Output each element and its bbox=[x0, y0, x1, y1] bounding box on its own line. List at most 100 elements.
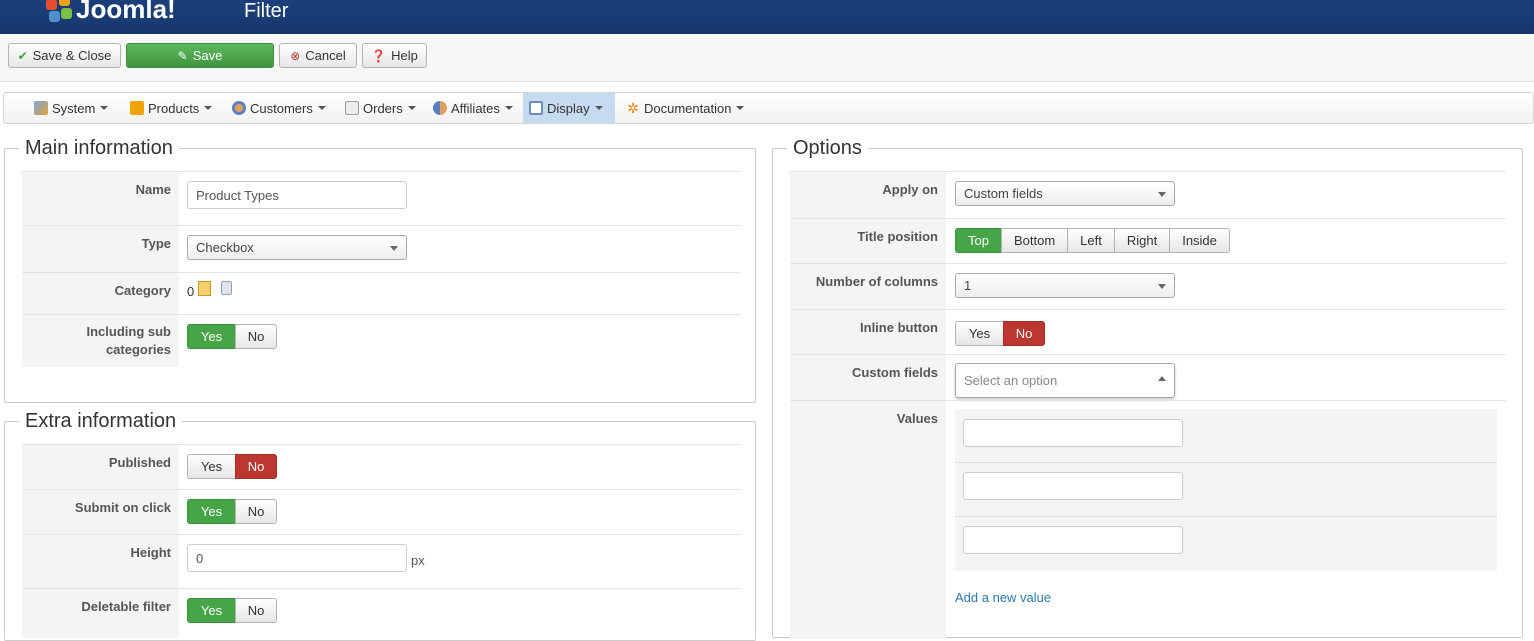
chevron-up-icon bbox=[1158, 376, 1166, 381]
no-button[interactable]: No bbox=[235, 324, 277, 349]
extra-information-fieldset: Extra information Published Yes No Submi… bbox=[4, 408, 756, 641]
no-button[interactable]: No bbox=[1003, 321, 1045, 346]
menu-item-affiliates[interactable]: Affiliates bbox=[427, 93, 519, 123]
main-information-legend: Main information bbox=[19, 135, 179, 161]
value-item bbox=[955, 517, 1497, 571]
menu-item-customers[interactable]: Customers bbox=[226, 93, 332, 123]
products-icon bbox=[130, 101, 144, 115]
title-position-group[interactable]: Top Bottom Left Right Inside bbox=[955, 228, 1230, 253]
menu-item-documentation[interactable]: ✲ Documentation bbox=[620, 93, 750, 123]
title-position-row: Title position Top Bottom Left Right Ins… bbox=[790, 218, 1506, 263]
title-position-label: Title position bbox=[790, 219, 946, 263]
title-position-inside[interactable]: Inside bbox=[1169, 228, 1230, 253]
no-button[interactable]: No bbox=[235, 598, 277, 623]
including-sub-toggle[interactable]: Yes No bbox=[187, 324, 277, 349]
submit-on-click-label: Submit on click bbox=[22, 490, 179, 534]
joomla-logo[interactable]: Joomla! bbox=[46, 0, 176, 24]
yes-button[interactable]: Yes bbox=[187, 454, 236, 479]
header-bar: Joomla! Filter bbox=[0, 0, 1534, 34]
height-input[interactable]: 0 bbox=[187, 544, 407, 572]
apply-on-select[interactable]: Custom fields bbox=[955, 181, 1175, 206]
type-label: Type bbox=[22, 226, 179, 272]
yes-button[interactable]: Yes bbox=[187, 324, 236, 349]
height-label: Height bbox=[22, 535, 179, 588]
title-position-top[interactable]: Top bbox=[955, 228, 1002, 253]
type-row: Type Checkbox bbox=[22, 225, 740, 272]
help-label: Help bbox=[391, 48, 418, 63]
page-title: Filter bbox=[244, 0, 289, 22]
cancel-button[interactable]: ⊗ Cancel bbox=[279, 43, 357, 68]
title-position-bottom[interactable]: Bottom bbox=[1000, 228, 1069, 253]
apply-on-row: Apply on Custom fields bbox=[790, 171, 1506, 218]
yes-button[interactable]: Yes bbox=[187, 598, 236, 623]
inline-button-label: Inline button bbox=[790, 310, 946, 354]
name-label: Name bbox=[22, 172, 179, 225]
check-icon: ✔ bbox=[17, 48, 28, 63]
menu-label-products: Products bbox=[148, 100, 200, 116]
chevron-down-icon bbox=[204, 106, 213, 110]
add-value-link[interactable]: Add a new value bbox=[955, 590, 1051, 605]
help-button[interactable]: ❓ Help bbox=[362, 43, 427, 68]
values-list bbox=[955, 409, 1497, 571]
chevron-down-icon bbox=[100, 106, 109, 110]
category-row: Category 0 bbox=[22, 272, 740, 314]
value-item bbox=[955, 409, 1497, 463]
value-input[interactable] bbox=[963, 472, 1183, 500]
options-fieldset: Options Apply on Custom fields Title pos… bbox=[772, 135, 1523, 639]
category-label: Category bbox=[22, 273, 179, 314]
height-row: Height 0 px bbox=[22, 534, 740, 588]
height-unit: px bbox=[411, 553, 425, 568]
inline-button-row: Inline button Yes No bbox=[790, 309, 1506, 354]
num-columns-label: Number of columns bbox=[790, 264, 946, 309]
edit-icon: ✎ bbox=[177, 48, 188, 63]
custom-fields-row: Custom fields Select an option bbox=[790, 354, 1506, 400]
menu-label-customers: Customers bbox=[250, 100, 313, 116]
menu-label-orders: Orders bbox=[363, 100, 403, 116]
value-input[interactable] bbox=[963, 419, 1183, 447]
menu-item-system[interactable]: System bbox=[28, 93, 114, 123]
chevron-down-icon bbox=[390, 246, 398, 251]
submit-on-click-toggle[interactable]: Yes No bbox=[187, 499, 277, 524]
title-position-right[interactable]: Right bbox=[1113, 228, 1171, 253]
no-button[interactable]: No bbox=[235, 499, 277, 524]
published-label: Published bbox=[22, 445, 179, 489]
affiliates-icon bbox=[433, 101, 447, 115]
num-columns-row: Number of columns 1 bbox=[790, 263, 1506, 309]
values-row: Values Add a new value bbox=[790, 400, 1506, 639]
including-sub-row: Including sub categories Yes No bbox=[22, 314, 740, 367]
menu-item-orders[interactable]: Orders bbox=[339, 93, 422, 123]
title-position-left[interactable]: Left bbox=[1067, 228, 1115, 253]
chevron-down-icon bbox=[504, 106, 513, 110]
save-button[interactable]: ✎ Save bbox=[126, 43, 274, 68]
published-toggle[interactable]: Yes No bbox=[187, 454, 277, 479]
save-close-button[interactable]: ✔ Save & Close bbox=[8, 43, 121, 68]
menu-label-documentation: Documentation bbox=[644, 100, 732, 116]
customers-icon bbox=[232, 101, 246, 115]
deletable-toggle[interactable]: Yes No bbox=[187, 598, 277, 623]
type-select[interactable]: Checkbox bbox=[187, 235, 407, 260]
main-information-fieldset: Main information Name Product Types Type… bbox=[4, 135, 756, 403]
menu-label-affiliates: Affiliates bbox=[451, 100, 500, 116]
chevron-down-icon bbox=[594, 106, 603, 110]
custom-fields-select[interactable]: Select an option bbox=[955, 363, 1175, 398]
menu-item-products[interactable]: Products bbox=[124, 93, 218, 123]
question-icon: ❓ bbox=[371, 48, 387, 63]
custom-fields-label: Custom fields bbox=[790, 355, 946, 400]
no-button[interactable]: No bbox=[235, 454, 277, 479]
edit-icon[interactable] bbox=[198, 281, 211, 296]
menu-item-display[interactable]: Display bbox=[523, 93, 615, 123]
num-columns-select[interactable]: 1 bbox=[955, 273, 1175, 298]
yes-button[interactable]: Yes bbox=[187, 499, 236, 524]
yes-button[interactable]: Yes bbox=[955, 321, 1004, 346]
trash-icon[interactable] bbox=[221, 281, 232, 295]
submit-on-click-row: Submit on click Yes No bbox=[22, 489, 740, 534]
inline-button-toggle[interactable]: Yes No bbox=[955, 321, 1045, 346]
cancel-icon: ⊗ bbox=[290, 48, 301, 63]
name-input[interactable]: Product Types bbox=[187, 181, 407, 209]
menu-label-display: Display bbox=[547, 100, 590, 116]
tools-icon bbox=[34, 101, 48, 115]
apply-on-label: Apply on bbox=[790, 172, 946, 218]
value-input[interactable] bbox=[963, 526, 1183, 554]
published-row: Published Yes No bbox=[22, 444, 740, 489]
including-sub-label: Including sub categories bbox=[22, 315, 179, 367]
